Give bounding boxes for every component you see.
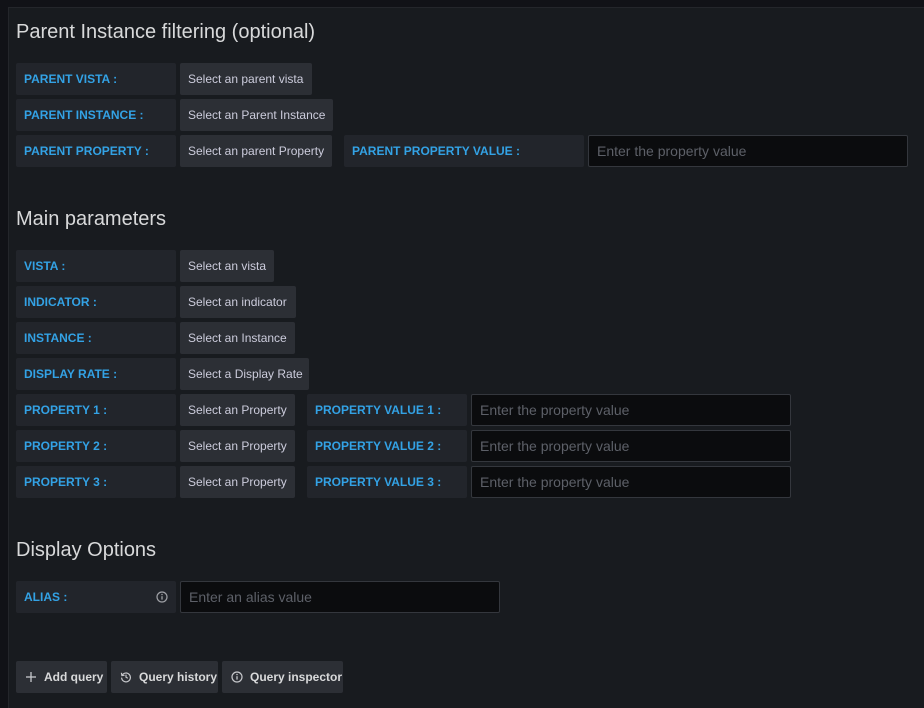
vista-select[interactable]: Select an vista (180, 250, 274, 282)
query-history-label: Query history (139, 670, 218, 684)
parent-vista-select[interactable]: Select an parent vista (180, 63, 312, 95)
info-icon (231, 671, 243, 683)
indicator-label: INDICATOR : (16, 286, 176, 318)
property-2-select[interactable]: Select an Property (180, 430, 295, 462)
alias-input[interactable] (180, 581, 500, 613)
parent-section-title: Parent Instance filtering (optional) (16, 21, 316, 43)
parent-property-select[interactable]: Select an parent Property (180, 135, 332, 167)
parent-instance-label: PARENT INSTANCE : (16, 99, 176, 131)
property-1-select[interactable]: Select an Property (180, 394, 295, 426)
parent-property-label: PARENT PROPERTY : (16, 135, 176, 167)
query-inspector-label: Query inspector (250, 670, 343, 684)
main-section-title: Main parameters (16, 208, 167, 230)
query-inspector-button[interactable]: Query inspector (222, 661, 343, 693)
instance-label: INSTANCE : (16, 322, 176, 354)
property-value-1-input[interactable] (471, 394, 791, 426)
property-2-label: PROPERTY 2 : (16, 430, 176, 462)
parent-property-value-label: PARENT PROPERTY VALUE : (344, 135, 584, 167)
info-icon[interactable] (156, 591, 168, 603)
plus-icon (26, 672, 36, 682)
indicator-select[interactable]: Select an indicator (180, 286, 296, 318)
property-value-1-label: PROPERTY VALUE 1 : (307, 394, 467, 426)
parent-instance-select[interactable]: Select an Parent Instance (180, 99, 333, 131)
property-1-label: PROPERTY 1 : (16, 394, 176, 426)
history-icon (120, 672, 131, 683)
alias-label: ALIAS : (16, 581, 176, 613)
display-rate-select[interactable]: Select a Display Rate (180, 358, 309, 390)
parent-property-value-input[interactable] (588, 135, 908, 167)
property-value-2-input[interactable] (471, 430, 791, 462)
add-query-label: Add query (44, 670, 104, 684)
property-value-2-label: PROPERTY VALUE 2 : (307, 430, 467, 462)
property-3-select[interactable]: Select an Property (180, 466, 295, 498)
property-value-3-input[interactable] (471, 466, 791, 498)
display-rate-label: DISPLAY RATE : (16, 358, 176, 390)
instance-select[interactable]: Select an Instance (180, 322, 295, 354)
alias-label-text: ALIAS : (24, 590, 68, 604)
parent-vista-label: PARENT VISTA : (16, 63, 176, 95)
vista-label: VISTA : (16, 250, 176, 282)
query-history-button[interactable]: Query history (111, 661, 218, 693)
property-3-label: PROPERTY 3 : (16, 466, 176, 498)
add-query-button[interactable]: Add query (16, 661, 107, 693)
display-section-title: Display Options (16, 539, 157, 561)
property-value-3-label: PROPERTY VALUE 3 : (307, 466, 467, 498)
